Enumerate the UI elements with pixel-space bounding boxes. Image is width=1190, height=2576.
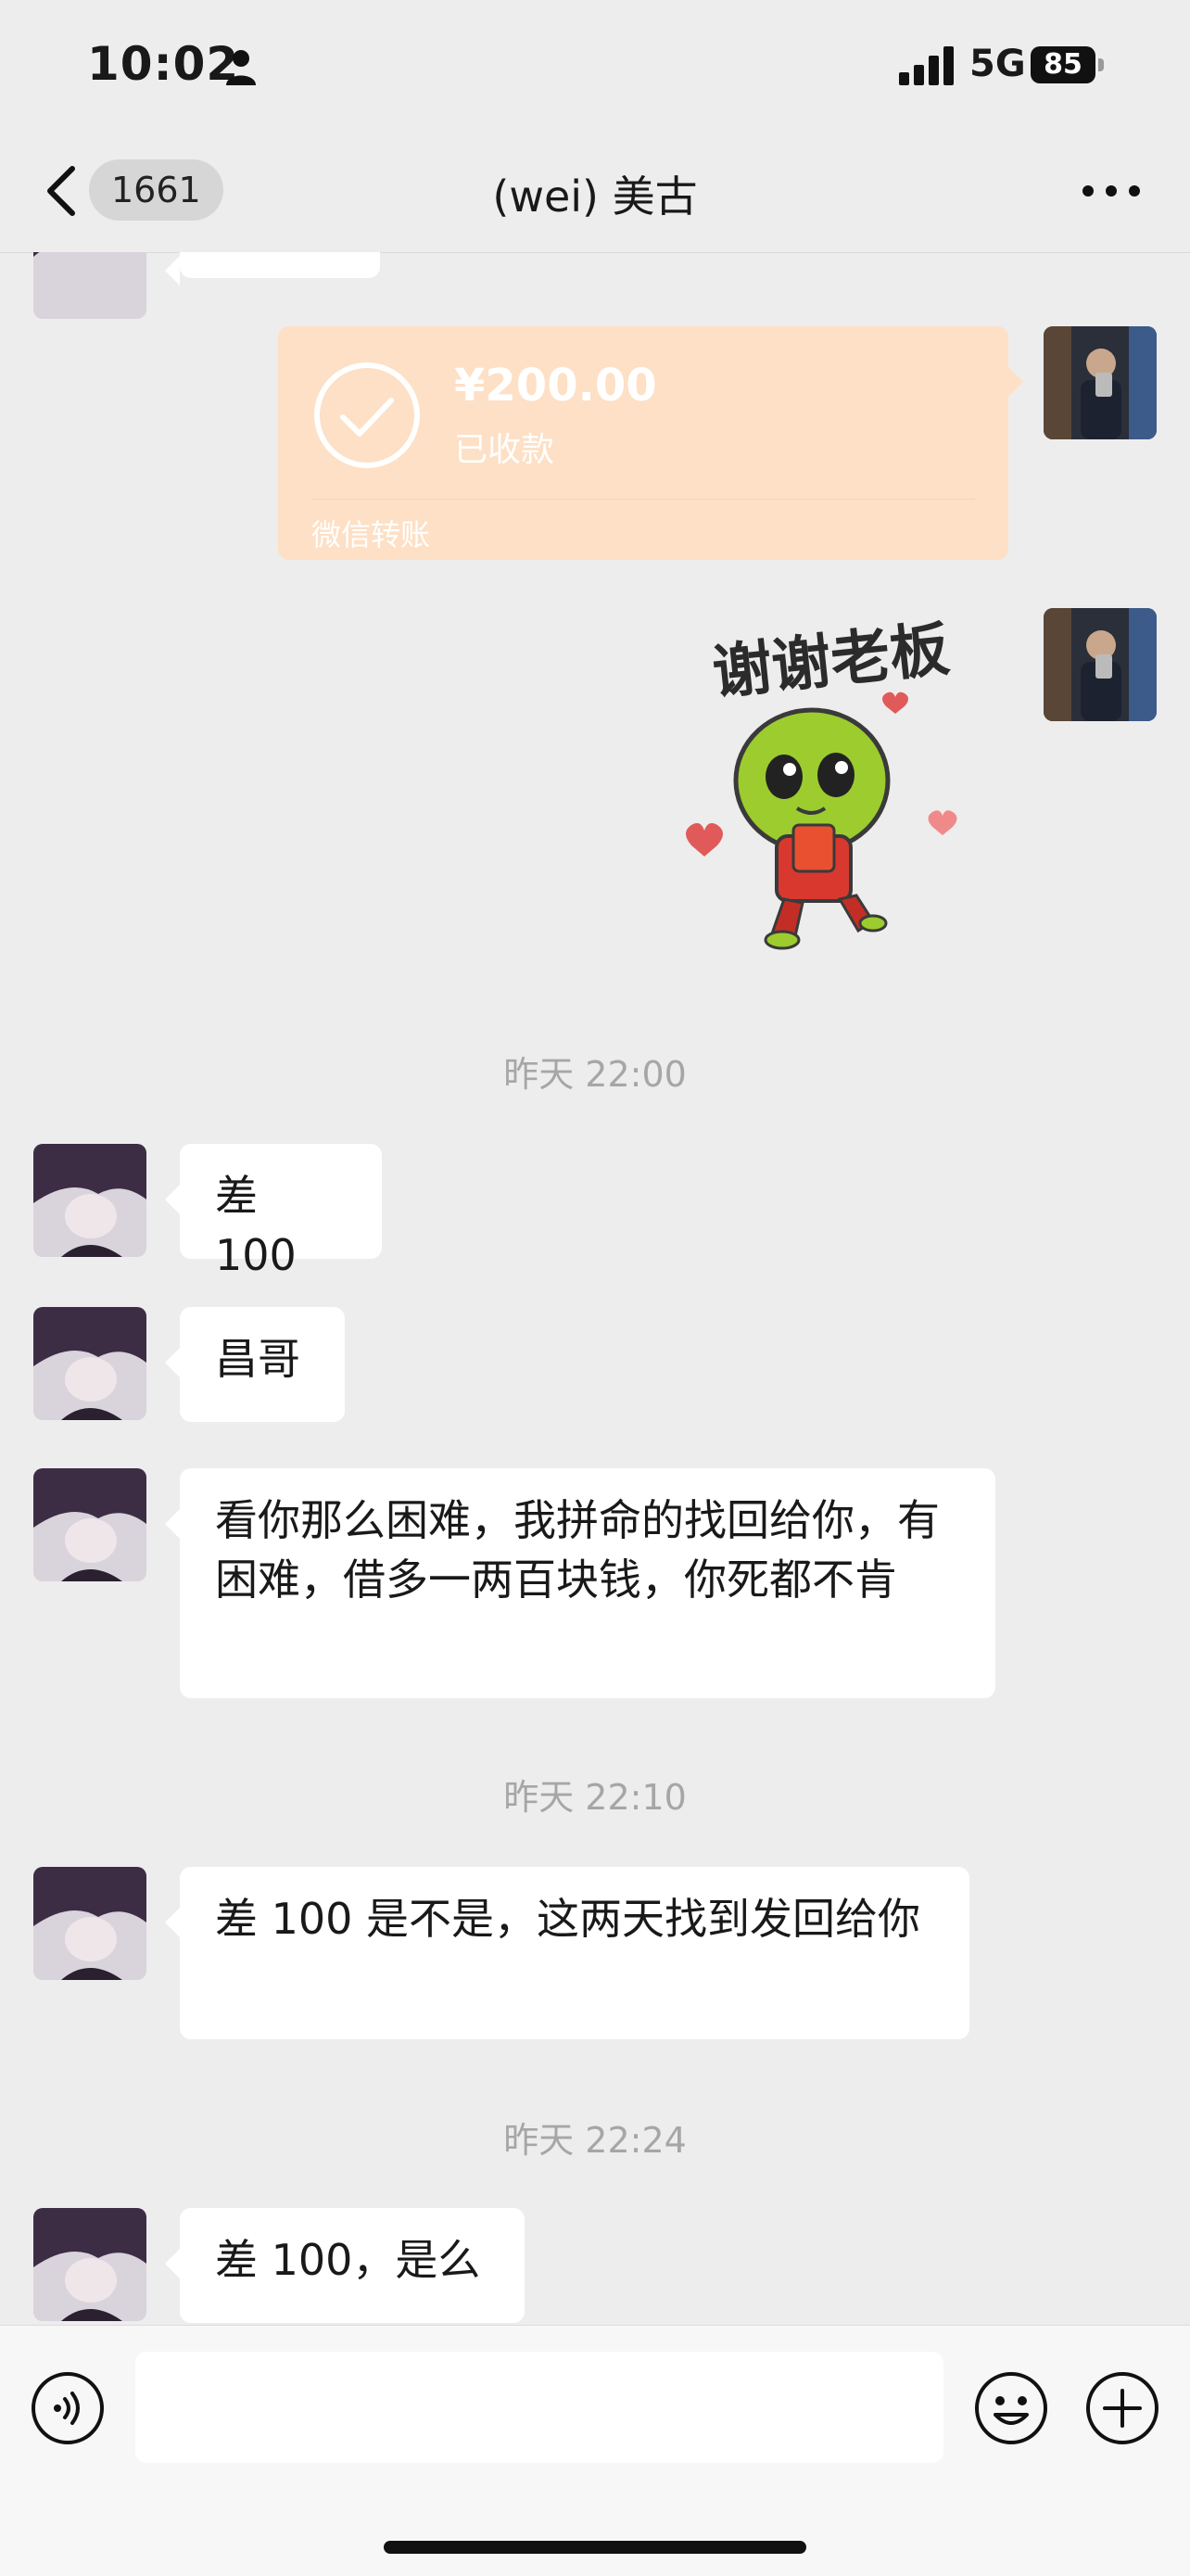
transfer-amount: ¥200.00: [454, 360, 657, 412]
timestamp: 昨天 22:24: [503, 2120, 687, 2161]
message-bubble[interactable]: 看你那么困难，我拼命的找回给你，有困难，借多一两百块钱，你死都不肯: [165, 1468, 995, 1698]
emoji-icon[interactable]: [973, 2370, 1049, 2446]
check-circle-icon: [314, 362, 420, 468]
message-bubble[interactable]: 昌哥: [165, 1307, 345, 1422]
my-avatar[interactable]: [1044, 608, 1157, 721]
message-input[interactable]: [135, 2352, 943, 2463]
battery-level: 85: [1031, 46, 1095, 83]
thank-you-sticker[interactable]: 谢谢老板: [654, 614, 1006, 966]
more-options-icon[interactable]: [1079, 174, 1144, 208]
timestamp: 昨天 22:00: [503, 1054, 687, 1095]
person-icon: [226, 50, 256, 85]
contact-avatar[interactable]: [33, 1144, 146, 1257]
battery-icon: 85: [1031, 46, 1105, 85]
chat-title: (wei) 美古: [492, 171, 698, 222]
signal-icon: [899, 46, 954, 85]
contact-avatar[interactable]: [33, 252, 146, 319]
message-list[interactable]: ¥200.00 已收款 微信转账 谢谢老板 昨天 22:00 差 100 昌哥 …: [0, 252, 1190, 2325]
transfer-footer: 微信转账: [311, 517, 431, 552]
add-more-icon[interactable]: [1084, 2370, 1160, 2446]
contact-avatar[interactable]: [33, 2208, 146, 2321]
contact-avatar[interactable]: [33, 1307, 146, 1420]
contact-avatar[interactable]: [33, 1867, 146, 1980]
status-time: 10:02: [87, 37, 240, 91]
message-bubble[interactable]: 差 100 是不是，这两天找到发回给你: [165, 1867, 969, 2039]
transfer-status: 已收款: [454, 431, 555, 469]
voice-input-icon[interactable]: [30, 2370, 106, 2446]
network-label: 5G: [969, 43, 1026, 85]
input-bar: [0, 2325, 1190, 2576]
transfer-card[interactable]: ¥200.00 已收款 微信转账: [278, 326, 1023, 560]
message-bubble-partial[interactable]: [165, 252, 380, 286]
timestamp: 昨天 22:10: [503, 1777, 687, 1818]
contact-avatar[interactable]: [33, 1468, 146, 1581]
nav-bar: 1661 (wei) 美古: [0, 130, 1190, 253]
pea-character-icon: [686, 692, 957, 950]
message-bubble[interactable]: 差 100: [165, 1144, 382, 1280]
message-bubble[interactable]: 差 100，是么: [165, 2208, 525, 2323]
home-indicator: [384, 2541, 806, 2554]
my-avatar[interactable]: [1044, 326, 1157, 439]
status-bar: 10:02 5G 85: [0, 0, 1190, 130]
